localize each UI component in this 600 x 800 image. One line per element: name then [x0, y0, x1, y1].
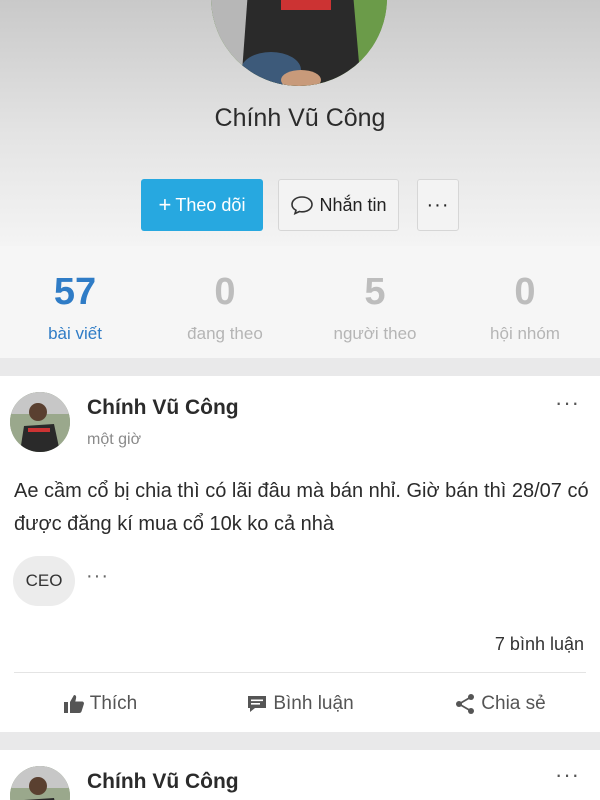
comment-button[interactable]: Bình luận	[200, 676, 400, 732]
comment-count[interactable]: 7 bình luận	[495, 634, 584, 655]
post-menu-button[interactable]: ···	[555, 762, 580, 788]
share-icon	[456, 694, 475, 714]
post-actions: Thích Bình luận Chia sẻ	[0, 676, 600, 732]
message-label: Nhắn tin	[319, 194, 387, 215]
stat-following[interactable]: 0 đang theo	[150, 246, 300, 358]
stat-value: 5	[364, 271, 386, 313]
comment-icon	[248, 696, 267, 712]
divider	[14, 672, 586, 673]
post-menu-button[interactable]: ···	[555, 390, 580, 416]
post-text: Ae cầm cổ bị chia thì có lãi đâu mà bán …	[14, 480, 589, 535]
profile-name: Chính Vũ Công	[214, 104, 386, 132]
profile-avatar[interactable]	[211, 0, 387, 86]
stat-value: 0	[214, 271, 236, 313]
tag-more-button[interactable]: ···	[86, 565, 109, 588]
chat-bubble-icon	[291, 196, 314, 215]
plus-icon: +	[158, 192, 172, 217]
comment-label: Bình luận	[273, 693, 354, 714]
follow-button[interactable]: + Theo dõi	[141, 179, 263, 231]
post-tag[interactable]: CEO	[13, 556, 75, 606]
stat-label: bài viết	[48, 324, 102, 343]
profile-header: Chính Vũ Công + Theo dõi Nhắn tin ···	[0, 0, 600, 246]
stat-label: hội nhóm	[490, 324, 560, 343]
stat-groups[interactable]: 0 hội nhóm	[450, 246, 600, 358]
author-avatar[interactable]	[10, 392, 70, 452]
like-button[interactable]: Thích	[0, 676, 200, 732]
post-card: Chính Vũ Công một giờ ··· Ae cầm cổ bị c…	[0, 376, 600, 732]
like-label: Thích	[89, 693, 138, 714]
profile-stats: 57 bài viết 0 đang theo 5 người theo 0 h…	[0, 246, 600, 358]
post-card: Chính Vũ Công ···	[0, 750, 600, 800]
stat-label: người theo	[333, 324, 417, 343]
author-avatar[interactable]	[10, 766, 70, 800]
share-label: Chia sẻ	[481, 693, 546, 714]
share-button[interactable]: Chia sẻ	[400, 676, 600, 732]
stat-followers[interactable]: 5 người theo	[300, 246, 450, 358]
post-timestamp: một giờ	[87, 431, 142, 448]
more-options-button[interactable]: ···	[417, 179, 459, 231]
post-author[interactable]: Chính Vũ Công	[87, 770, 239, 794]
thumbs-up-icon	[63, 695, 84, 713]
stat-value: 0	[514, 271, 536, 313]
stat-label: đang theo	[187, 324, 263, 343]
message-button[interactable]: Nhắn tin	[278, 179, 399, 231]
post-author[interactable]: Chính Vũ Công	[87, 396, 239, 420]
stat-value: 57	[53, 271, 97, 313]
stat-posts[interactable]: 57 bài viết	[0, 246, 150, 358]
follow-label: Theo dõi	[175, 194, 246, 215]
